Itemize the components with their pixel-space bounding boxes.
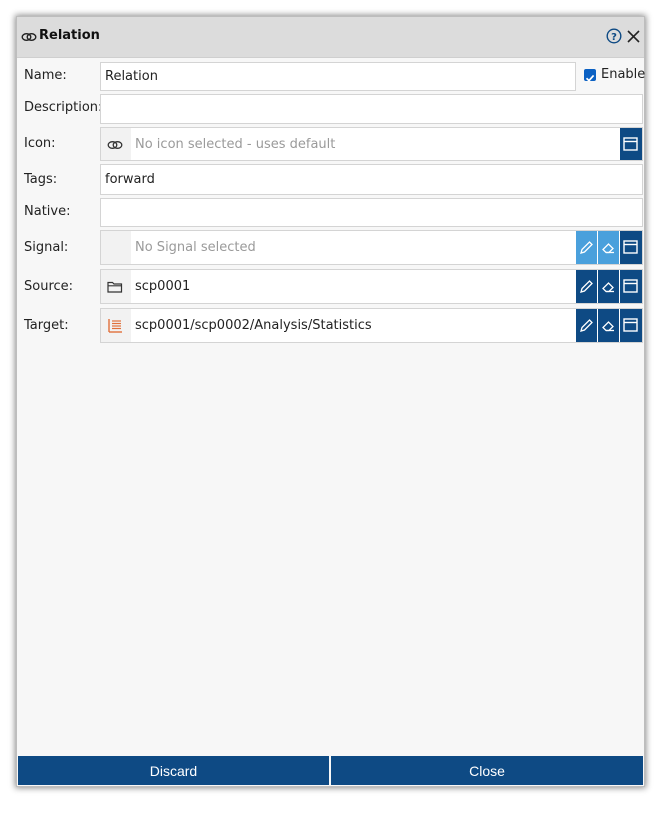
relation-dialog: Relation ? Name: Enable Description: Ico… [16,16,645,787]
source-clear-button[interactable] [598,270,619,303]
name-field[interactable] [100,62,576,91]
pencil-icon [580,241,593,254]
native-field[interactable] [100,198,643,227]
icon-preview [101,128,131,160]
title-bar: Relation ? [17,17,644,58]
list-report-icon [108,319,122,333]
source-field[interactable]: scp0001 [100,269,643,304]
icon-field[interactable]: No icon selected - uses default [100,127,643,161]
enable-checkbox[interactable] [584,69,596,82]
signal-edit-button[interactable] [576,231,597,264]
source-value: scp0001 [135,279,191,294]
window-icon [623,318,638,332]
discard-button[interactable]: Discard [18,756,329,785]
source-label: Source: [24,279,74,294]
name-label: Name: [24,68,67,83]
target-edit-button[interactable] [576,309,597,342]
window-icon [623,240,638,254]
tags-input[interactable] [105,165,638,194]
eraser-icon [602,282,614,293]
icon-label: Icon: [24,136,56,151]
signal-clear-button[interactable] [598,231,619,264]
icon-placeholder: No icon selected - uses default [135,137,336,152]
target-label: Target: [24,318,69,333]
link-icon [107,141,123,149]
close-icon[interactable] [626,29,641,44]
svg-text:?: ? [611,32,617,43]
target-value: scp0001/scp0002/Analysis/Statistics [135,318,372,333]
signal-icon-slot [101,231,131,264]
tags-field[interactable] [100,164,643,195]
description-input[interactable] [105,95,638,123]
window-icon [623,137,638,151]
name-input[interactable] [105,63,571,90]
signal-browse-button[interactable] [620,231,642,264]
link-icon [21,33,37,41]
eraser-icon [602,243,614,254]
icon-browse-button[interactable] [620,128,642,160]
enable-label: Enable [601,67,646,82]
target-clear-button[interactable] [598,309,619,342]
target-browse-button[interactable] [620,309,642,342]
window-icon [623,279,638,293]
source-browse-button[interactable] [620,270,642,303]
signal-label: Signal: [24,240,69,255]
signal-placeholder: No Signal selected [135,240,256,255]
description-field[interactable] [100,94,643,124]
native-label: Native: [24,204,71,219]
source-edit-button[interactable] [576,270,597,303]
check-icon [585,74,595,82]
eraser-icon [602,321,614,332]
close-button[interactable]: Close [331,756,643,785]
target-icon-slot [101,309,131,342]
description-label: Description: [24,100,103,115]
target-field[interactable]: scp0001/scp0002/Analysis/Statistics [100,308,643,343]
signal-field[interactable]: No Signal selected [100,230,643,265]
native-input[interactable] [105,199,638,226]
help-icon[interactable]: ? [606,28,622,44]
tags-label: Tags: [24,172,58,187]
folder-icon [107,281,123,293]
dialog-title: Relation [39,28,100,43]
source-icon-slot [101,270,131,303]
pencil-icon [580,280,593,293]
pencil-icon [580,319,593,332]
